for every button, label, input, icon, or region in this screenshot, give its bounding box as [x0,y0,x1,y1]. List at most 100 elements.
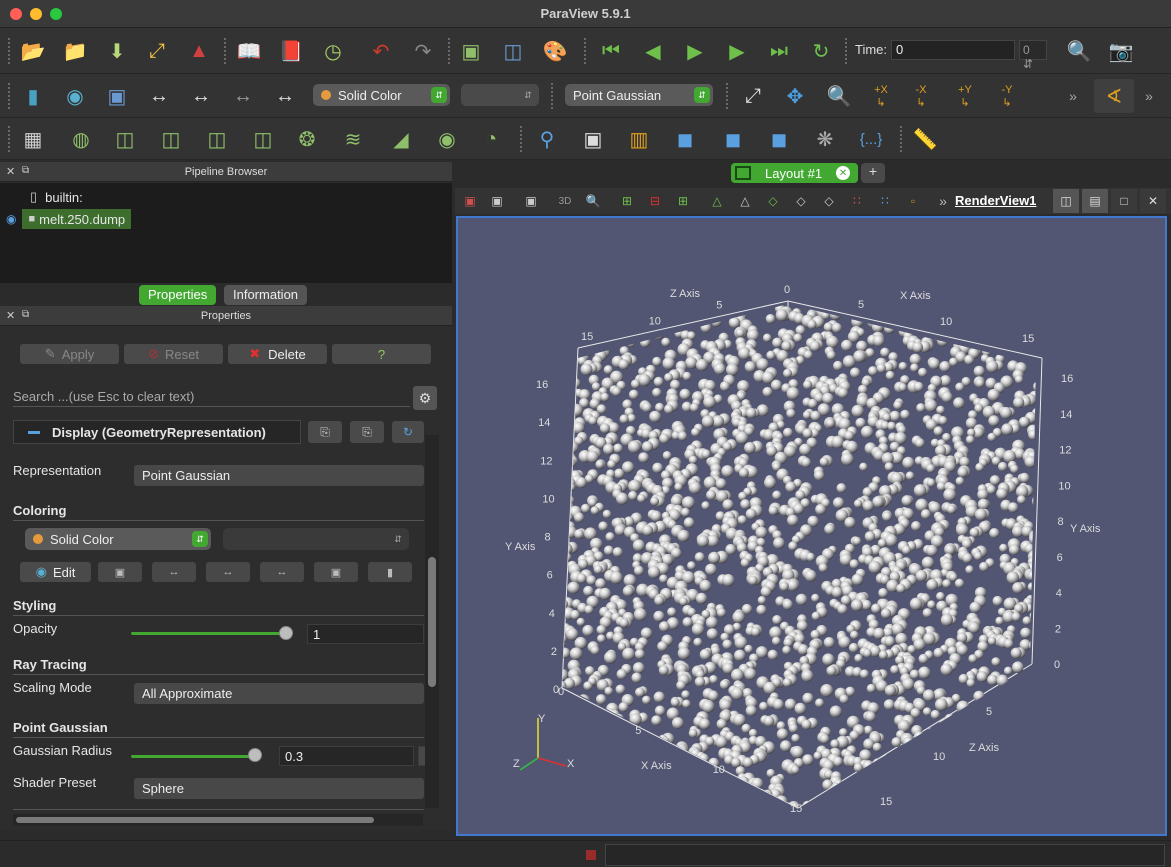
representation-select[interactable]: Point Gaussian [134,465,424,486]
open-file-icon[interactable]: 📂 [18,36,48,66]
rescale-icon[interactable]: ▣ [102,81,132,111]
render-canvas[interactable]: Z Axis X Axis Y Axis Y Axis X Axis Z Axi… [458,218,1165,834]
rescale-data-range-icon[interactable]: ↔ [152,562,196,582]
more-tools-icon[interactable]: » [1134,81,1164,111]
ruler-icon[interactable]: 📏 [910,124,940,154]
pipeline-item-melt[interactable]: ◉ ■ melt.250.dump [6,209,132,229]
reset-button[interactable]: ⊘ Reset [124,344,223,364]
component-combo[interactable]: ⇵ [461,84,539,106]
toolbar-grip[interactable] [845,38,849,64]
next-frame-icon[interactable]: ▶ [722,36,752,66]
python-calculator-icon[interactable]: {...} [856,124,886,154]
palette-icon[interactable]: 🎨 [540,36,570,66]
hover-points-icon[interactable]: ◇ [791,192,811,210]
color-map-icon[interactable]: ◉ [60,81,90,111]
edit-button[interactable]: ◉ Edit [20,562,91,582]
render-view-name[interactable]: RenderView1 [955,193,1036,208]
camera-undo-icon[interactable]: ▣ [487,192,507,210]
select-polygon-points-icon[interactable]: △ [735,192,755,210]
toolbar-grip[interactable] [8,38,12,64]
shader-preset-select[interactable]: Sphere [134,778,424,799]
color-map-editor-icon[interactable]: ▲ [184,36,214,66]
interactive-select-icon[interactable]: ◇ [763,192,783,210]
zoom-to-selection-icon[interactable]: 🔍 [583,192,603,210]
close-view-icon[interactable]: ✕ [1140,189,1166,213]
grow-selection-icon[interactable]: ∷ [847,192,867,210]
slice-icon[interactable]: ◫ [156,124,186,154]
gaussian-radius-input[interactable]: 0.3 [279,746,414,766]
contour-icon[interactable]: ◍ [66,124,96,154]
add-layout-button[interactable]: + [861,163,885,183]
hover-cells-icon[interactable]: ◇ [819,192,839,210]
add-camera-icon[interactable]: 📷 [1106,36,1136,66]
view-plus-x-icon[interactable]: +X ↳ [866,81,896,111]
rescale-temporal-range-icon[interactable]: ↔ [260,562,304,582]
plot-selection-icon[interactable]: ◼ [718,124,748,154]
extract-subset-icon[interactable]: ◫ [248,124,278,154]
select-polygon-cells-icon[interactable]: △ [707,192,727,210]
toolbar-grip[interactable] [584,38,588,64]
redo-icon[interactable]: ↷ [408,36,438,66]
coloring-select[interactable]: Solid Color ⇵ [25,528,211,550]
close-dock-icon[interactable]: ✕ [6,165,15,178]
calculator-icon[interactable]: ▦ [18,124,48,154]
camera-icon[interactable]: ▣ [521,192,541,210]
load-state-icon[interactable]: 📖 [234,36,264,66]
gear-icon[interactable]: ⚙ [413,386,437,410]
clip-icon[interactable]: ◫ [110,124,140,154]
zoom-camera-icon[interactable]: 🔍 [1064,36,1094,66]
orientation-axes-icon[interactable]: ∢ [1094,79,1134,113]
zoom-to-box-icon[interactable]: 🔍 [824,81,854,111]
copy-properties-icon[interactable]: ⎘ [308,421,342,443]
float-dock-icon[interactable]: ⧉ [22,309,29,320]
stream-tracer-icon[interactable]: ≋ [338,124,368,154]
view-minus-x-icon[interactable]: -X ↳ [906,81,936,111]
rescale-range-icon[interactable]: ↔ [144,81,174,111]
select-points-icon[interactable]: ⊞ [673,192,693,210]
paste-properties-icon[interactable]: ⎘ [350,421,384,443]
tessellate-icon[interactable]: ❋ [810,124,840,154]
reset-camera-closest-icon[interactable]: ✥ [780,81,810,111]
color-legend-icon[interactable]: ▮ [18,81,48,111]
plot-over-time-icon[interactable]: ◼ [764,124,794,154]
pipeline-item-builtin[interactable]: ▯ builtin: [30,187,83,207]
tab-properties[interactable]: Properties [139,285,217,305]
rescale-custom-icon[interactable]: ↔ [186,81,216,111]
opacity-input[interactable]: 1 [307,624,424,644]
close-tab-icon[interactable]: ✕ [836,166,851,180]
open-recent-icon[interactable]: 📁 [60,36,90,66]
time-step-spinbox[interactable]: 0 ⇵ [1019,40,1047,71]
more-tools-icon[interactable]: » [1058,81,1088,111]
select-cells-icon[interactable]: ⊞ [617,192,637,210]
opacity-slider-handle[interactable] [279,626,293,640]
plot-data-icon[interactable]: ◼ [670,124,700,154]
representation-combo[interactable]: Point Gaussian ⇵ [565,84,713,106]
histogram-icon[interactable]: ▥ [624,124,654,154]
stop-icon[interactable] [586,850,596,860]
properties-horizontal-scrollbar[interactable] [13,814,423,826]
toolbar-grip[interactable] [520,126,524,152]
toolbar-grip[interactable] [8,83,12,109]
rescale-visible-range-icon[interactable]: ▣ [314,562,358,582]
scrollbar-thumb[interactable] [428,557,436,687]
toolbar-grip[interactable] [224,38,228,64]
coloring-component-select[interactable]: ⇵ [223,528,409,550]
save-state-icon[interactable]: 📕 [276,36,306,66]
restore-defaults-icon[interactable]: ↻ [392,421,424,443]
choose-preset-icon[interactable]: ▣ [98,562,142,582]
eye-visibility-icon[interactable]: ◉ [6,212,16,226]
clear-selection-icon[interactable]: ▫ [903,192,923,210]
view-minus-y-icon[interactable]: -Y ↳ [992,81,1022,111]
maximize-view-icon[interactable]: □ [1111,189,1137,213]
save-data-icon[interactable]: ⬇ [102,36,132,66]
toolbar-grip[interactable] [551,83,555,109]
glyph-icon[interactable]: ❂ [292,124,322,154]
threshold-icon[interactable]: ◫ [202,124,232,154]
reset-camera-icon[interactable]: ⤢ [738,81,768,111]
toolbar-grip[interactable] [726,83,730,109]
deselect-icon[interactable]: ⊟ [645,192,665,210]
view-plus-y-icon[interactable]: +Y ↳ [950,81,980,111]
capture-screenshot-icon[interactable]: ▣ [460,192,480,210]
help-button[interactable]: ? [332,344,431,364]
gaussian-radius-slider-handle[interactable] [248,748,262,762]
